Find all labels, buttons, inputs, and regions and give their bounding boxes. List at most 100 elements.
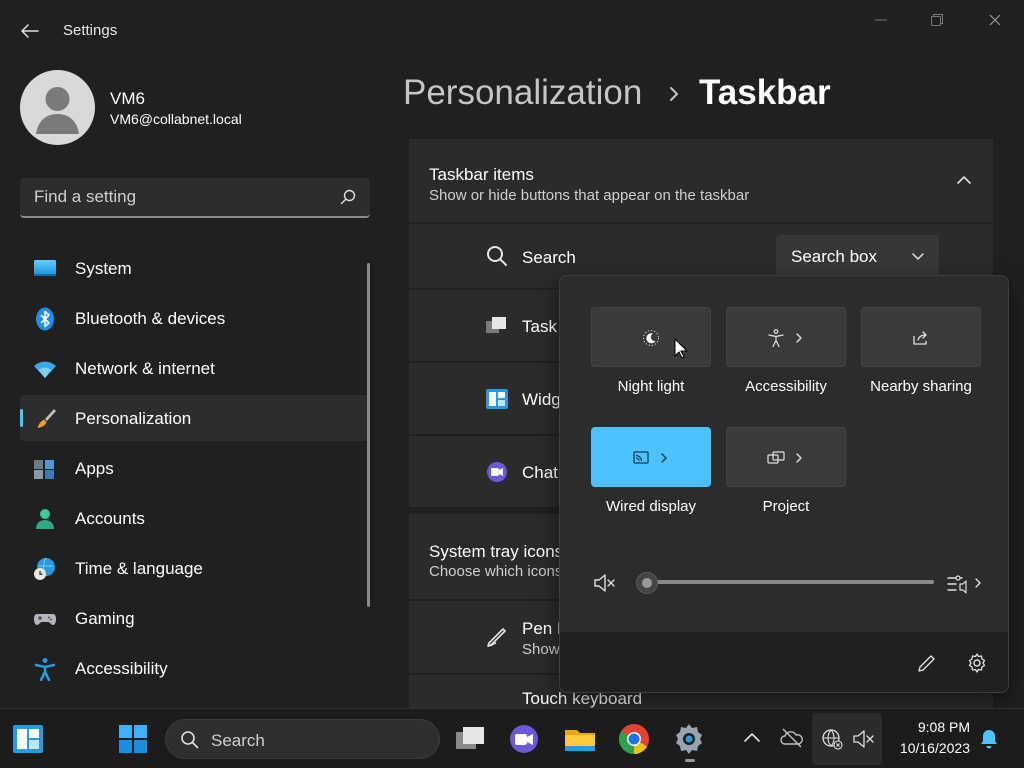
- chrome-icon[interactable]: [616, 721, 652, 757]
- card-subtitle: Show or hide buttons that appear on the …: [429, 187, 750, 204]
- nav-item-gaming[interactable]: Gaming: [20, 595, 368, 641]
- close-button[interactable]: [972, 8, 1018, 32]
- nav-item-accounts[interactable]: Accounts: [20, 495, 368, 541]
- quick-settings-flyout: Night light Accessibility Nearby sharing…: [559, 275, 1009, 693]
- find-setting-box[interactable]: [20, 178, 370, 218]
- clock-time[interactable]: 9:08 PM: [880, 719, 970, 735]
- system-icon: [34, 260, 56, 276]
- close-icon: [989, 14, 1001, 26]
- active-app-indicator: [685, 759, 695, 762]
- chevron-right-icon[interactable]: [794, 331, 804, 345]
- card-title: Taskbar items: [429, 165, 534, 184]
- accounts-icon: [36, 509, 54, 529]
- notification-bell-icon[interactable]: [979, 728, 999, 750]
- nav-item-system[interactable]: System: [20, 245, 368, 291]
- wifi-icon: [34, 361, 56, 378]
- cast-icon: [633, 451, 649, 464]
- wired-display-tile[interactable]: [591, 427, 711, 487]
- user-avatar-icon: [36, 87, 79, 134]
- nav-label: Personalization: [75, 409, 192, 428]
- nav-item-personalization[interactable]: Personalization: [20, 395, 368, 441]
- onedrive-offline-icon[interactable]: [780, 727, 804, 749]
- start-windows-icon[interactable]: [115, 721, 151, 757]
- user-email: VM6@collabnet.local: [110, 111, 242, 127]
- volume-slider-track[interactable]: [646, 580, 934, 584]
- nav-item-network[interactable]: Network & internet: [20, 345, 368, 391]
- widgets-icon: [486, 389, 508, 409]
- night-light-tile[interactable]: [591, 307, 711, 367]
- card-title: System tray icons: [429, 542, 564, 561]
- nav-label: System: [75, 259, 132, 278]
- page-title: Taskbar: [699, 73, 831, 112]
- chevron-up-icon[interactable]: [957, 175, 971, 185]
- settings-nav: System Bluetooth & devices Network & int…: [20, 245, 368, 695]
- project-tile[interactable]: [726, 427, 846, 487]
- edit-pencil-icon[interactable]: [914, 650, 940, 676]
- nav-item-bluetooth[interactable]: Bluetooth & devices: [20, 295, 368, 341]
- taskbar-search-box[interactable]: Search: [165, 719, 440, 759]
- restore-button[interactable]: [914, 8, 960, 32]
- minimize-button[interactable]: [858, 8, 904, 32]
- apps-icon: [34, 460, 54, 479]
- share-icon: [913, 331, 927, 345]
- find-setting-input[interactable]: [20, 178, 330, 216]
- nearby-sharing-tile[interactable]: [861, 307, 981, 367]
- nav-label: Apps: [75, 459, 114, 478]
- taskbar-items-header[interactable]: Taskbar items Show or hide buttons that …: [409, 139, 993, 222]
- row-label: Task: [522, 317, 557, 336]
- app-title: Settings: [63, 22, 118, 39]
- project-icon: [767, 451, 785, 464]
- file-explorer-icon[interactable]: [562, 721, 598, 757]
- nav-item-accessibility[interactable]: Accessibility: [20, 645, 368, 691]
- nav-item-time-language[interactable]: Time & language: [20, 545, 368, 591]
- breadcrumb-parent[interactable]: Personalization: [403, 73, 642, 113]
- title-bar: Settings: [0, 0, 1024, 60]
- nav-label: Network & internet: [75, 359, 215, 378]
- task-view-icon[interactable]: [452, 721, 488, 757]
- teams-chat-icon[interactable]: [506, 721, 542, 757]
- accessibility-tile[interactable]: [726, 307, 846, 367]
- network-volume-tray[interactable]: [812, 713, 882, 765]
- volume-slider-thumb[interactable]: [636, 572, 658, 594]
- dropdown-value: Search box: [791, 247, 877, 266]
- chevron-right-icon[interactable]: [794, 451, 804, 465]
- globe-network-icon: [822, 729, 843, 750]
- bluetooth-icon: [36, 307, 54, 331]
- settings-gear-icon[interactable]: [671, 721, 707, 757]
- chevron-up-icon[interactable]: [742, 731, 762, 745]
- accessibility-icon: [34, 658, 56, 681]
- arrow-left-icon: [21, 24, 39, 38]
- widgets-icon[interactable]: [10, 721, 46, 757]
- brush-icon: [37, 409, 56, 428]
- avatar[interactable]: [20, 70, 95, 145]
- search-icon[interactable]: [340, 189, 356, 205]
- nav-item-apps[interactable]: Apps: [20, 445, 368, 491]
- row-label: Search: [522, 248, 576, 267]
- nav-label: Accessibility: [75, 659, 168, 678]
- restore-icon: [931, 14, 943, 26]
- taskbar: Search 9:08 PM 10/16/2023: [0, 708, 1024, 768]
- audio-output-button[interactable]: [946, 570, 986, 596]
- chevron-right-icon: [670, 87, 678, 101]
- pen-icon: [487, 628, 506, 647]
- nav-scrollbar[interactable]: [367, 263, 370, 607]
- tile-label: Nearby sharing: [870, 378, 972, 395]
- volume-muted-icon[interactable]: [593, 572, 617, 594]
- clock-date[interactable]: 10/16/2023: [880, 740, 970, 756]
- nav-label: Accounts: [75, 509, 145, 528]
- back-button[interactable]: [14, 18, 46, 44]
- search-mode-dropdown[interactable]: Search box: [776, 235, 939, 277]
- search-icon: [487, 246, 507, 266]
- chevron-down-icon: [912, 253, 924, 260]
- card-subtitle: Choose which icons: [429, 563, 563, 580]
- gear-icon[interactable]: [964, 650, 990, 676]
- row-label: Chat: [522, 463, 558, 482]
- gamepad-icon: [34, 614, 56, 625]
- task-view-icon: [486, 317, 506, 333]
- nav-label: Gaming: [75, 609, 135, 628]
- chevron-right-icon[interactable]: [659, 451, 669, 465]
- minimize-icon: [875, 19, 887, 21]
- night-light-icon: [643, 330, 659, 346]
- tile-label: Project: [762, 498, 810, 515]
- nav-label: Time & language: [75, 559, 203, 578]
